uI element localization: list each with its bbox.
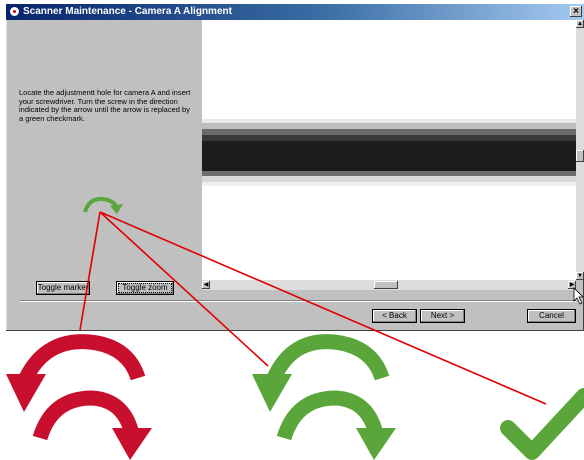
annotation-overlay xyxy=(6,211,584,460)
callout-lines xyxy=(79,211,547,405)
mouse-cursor-icon xyxy=(573,287,584,305)
rotate-clockwise-red-icon xyxy=(32,390,152,460)
checkmark-green-icon xyxy=(500,388,584,460)
rotate-clockwise-green-icon xyxy=(276,390,396,460)
